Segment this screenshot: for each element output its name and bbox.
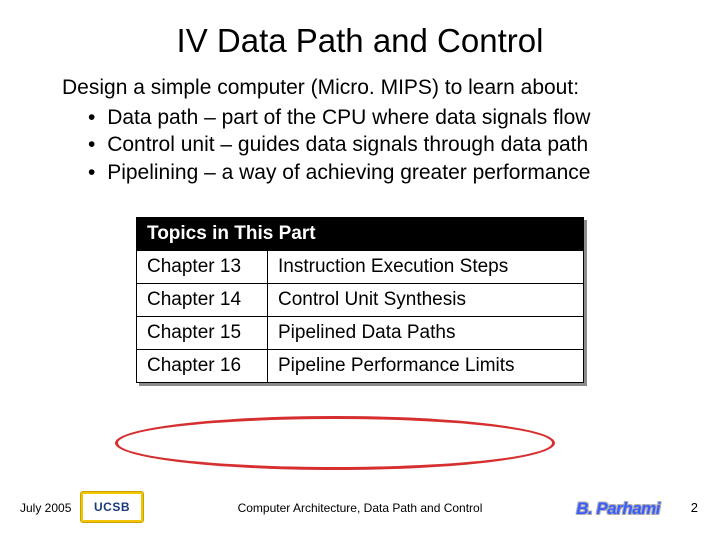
- slide: IV Data Path and Control Design a simple…: [0, 0, 720, 540]
- table-row: Chapter 16 Pipeline Performance Limits: [137, 349, 584, 382]
- topics-table: Topics in This Part Chapter 13 Instructi…: [136, 217, 584, 383]
- topics-header: Topics in This Part: [137, 217, 584, 250]
- bullet-item: Pipelining – a way of achieving greater …: [106, 159, 660, 187]
- chapter-cell: Chapter 15: [137, 316, 268, 349]
- footer-page-number: 2: [691, 500, 698, 515]
- highlight-ellipse: [115, 416, 555, 470]
- bullet-list: Data path – part of the CPU where data s…: [62, 104, 660, 187]
- bullet-item: Data path – part of the CPU where data s…: [106, 104, 660, 132]
- body-text: Design a simple computer (Micro. MIPS) t…: [62, 74, 660, 187]
- topic-cell: Pipelined Data Paths: [268, 316, 584, 349]
- topic-cell: Control Unit Synthesis: [268, 283, 584, 316]
- table-row: Chapter 14 Control Unit Synthesis: [137, 283, 584, 316]
- chapter-cell: Chapter 16: [137, 349, 268, 382]
- chapter-cell: Chapter 13: [137, 250, 268, 283]
- bullet-item: Control unit – guides data signals throu…: [106, 131, 660, 159]
- table-row: Chapter 13 Instruction Execution Steps: [137, 250, 584, 283]
- topic-cell: Pipeline Performance Limits: [268, 349, 584, 382]
- footer-author: B. Parhami: [576, 499, 660, 519]
- slide-title: IV Data Path and Control: [0, 0, 720, 74]
- chapter-cell: Chapter 14: [137, 283, 268, 316]
- table-row: Chapter 15 Pipelined Data Paths: [137, 316, 584, 349]
- footer: July 2005 UCSB Computer Architecture, Da…: [0, 485, 720, 525]
- topic-cell: Instruction Execution Steps: [268, 250, 584, 283]
- intro-line: Design a simple computer (Micro. MIPS) t…: [62, 74, 660, 102]
